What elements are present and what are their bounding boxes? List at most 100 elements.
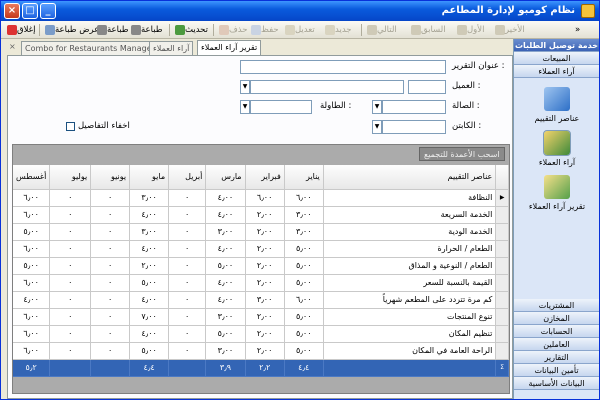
report-title-input[interactable] [240,60,446,74]
month-value-cell[interactable]: ٠ [168,325,207,343]
month-value-cell[interactable]: ٦٫٠٠ [284,291,324,309]
month-value-cell[interactable]: ٢٫٠٠ [245,223,285,241]
month-value-cell[interactable]: ٤٫٠٠ [129,206,170,224]
col-header-august[interactable]: أغسطس [13,165,51,190]
month-value-cell[interactable]: ٠ [168,257,207,275]
rating-item-cell[interactable]: كم مرة تتردد على المطعم شهرياً [323,291,497,309]
month-value-cell[interactable]: ٢٫٠٠ [245,342,285,360]
month-value-cell[interactable]: ٢٫٠٠ [129,257,170,275]
table-dropdown-arrow[interactable]: ▼ [240,100,250,114]
edit-button[interactable]: تعديل [283,23,315,37]
rating-item-cell[interactable]: الراحة العامة في المكان [323,342,497,360]
month-value-cell[interactable]: ٤٫٠٠ [129,240,170,258]
month-value-cell[interactable]: ٠ [168,206,207,224]
month-value-cell[interactable]: ٣٫٠٠ [205,342,246,360]
col-header-january[interactable]: يناير [284,165,324,190]
table-row[interactable]: ٦٫٠٠ ٠ ٠ ٤٫٠٠ ٠ ٥٫٠٠ ٢٫٠٠ ٥٫٠٠ تنظيم المكان [13,325,509,343]
col-header-february[interactable]: فبراير [245,165,285,190]
minimize-window-button[interactable]: _ [40,3,56,19]
customer-code-input[interactable] [408,80,446,94]
month-value-cell[interactable]: ٠ [90,223,131,241]
col-header-may[interactable]: مايو [129,165,170,190]
month-value-cell[interactable]: ٥٫٠٠ [129,274,170,292]
rating-item-cell[interactable]: الطعام / الحرارة [323,240,497,258]
last-record-button[interactable]: الأخير [493,23,525,37]
toolbar-overflow-button[interactable]: » [575,23,580,37]
sidebar-header-customer-opinions[interactable]: آراء العملاء [514,65,599,78]
month-value-cell[interactable]: ٥٫٠٠ [284,274,324,292]
month-value-cell[interactable]: ٠ [168,274,207,292]
sidebar-item-opinions-report[interactable]: تقرير آراء العملاء [524,175,590,211]
sidebar-item-customer-opinions[interactable]: آراء العملاء [524,130,590,167]
month-value-cell[interactable]: ٠ [49,308,92,326]
month-value-cell[interactable]: ٠ [49,325,92,343]
sidebar-header-sales[interactable]: المبيعات [514,52,599,65]
month-value-cell[interactable]: ٠ [90,189,131,207]
captain-dropdown-arrow[interactable]: ▼ [372,120,382,134]
month-value-cell[interactable]: ٠ [49,223,92,241]
table-row[interactable]: ٦٫٠٠ ٠ ٠ ٤٫٠٠ ٠ ٤٫٠٠ ٢٫٠٠ ٣٫٠٠ الخدمة السريعة [13,206,509,224]
month-value-cell[interactable]: ٧٫٠٠ [129,308,170,326]
month-value-cell[interactable]: ٤٫٤ [284,359,324,377]
hall-dropdown-arrow[interactable]: ▼ [372,100,382,114]
refresh-button[interactable]: تحديث [173,23,208,37]
previous-record-button[interactable]: السابق [409,23,446,37]
row-selector[interactable] [495,308,509,326]
table-row[interactable]: ٦٫٠٠ ٠ ٠ ٧٫٠٠ ٠ ٣٫٠٠ ٢٫٠٠ ٥٫٠٠ تنوع المنتجات [13,308,509,326]
sidebar-header-data-security[interactable]: تأمين البيانات [514,364,599,377]
rating-item-cell[interactable]: تنظيم المكان [323,325,497,343]
close-tab-icon[interactable]: × [9,42,19,52]
month-value-cell[interactable]: ٢٫٠٠ [245,240,285,258]
month-value-cell[interactable]: ٠ [49,257,92,275]
month-value-cell[interactable]: ٠ [90,291,131,309]
month-value-cell[interactable]: ٠ [90,257,131,275]
month-value-cell[interactable]: ٠ [90,342,131,360]
sidebar-header-basic-data[interactable]: البيانات الأساسية [514,377,599,390]
sidebar-header-reports[interactable]: التقارير [514,351,599,364]
month-value-cell[interactable]: ٦٫٠٠ [13,189,51,207]
month-value-cell[interactable]: ٤٫٠٠ [205,274,246,292]
month-value-cell[interactable]: ٥٫٠٠ [284,325,324,343]
month-value-cell[interactable]: ٥٫٠٠ [284,240,324,258]
month-value-cell[interactable]: ٢٫٠٠ [245,257,285,275]
hide-details-checkbox[interactable] [66,122,75,131]
first-record-button[interactable]: الأول [455,23,485,37]
month-value-cell[interactable] [168,359,207,377]
month-value-cell[interactable]: ٦٫٠٠ [13,274,51,292]
month-value-cell[interactable]: ٥٫٠٠ [205,325,246,343]
month-value-cell[interactable]: ٠ [168,189,207,207]
col-header-rating-items[interactable]: عناصر التقييم [323,165,497,190]
tab-opinions-report[interactable]: تقرير آراء العملاء [197,40,262,55]
sidebar-header-delivery[interactable]: خدمة توصيل الطلبات [514,39,599,52]
sidebar-header-employees[interactable]: العاملين [514,338,599,351]
month-value-cell[interactable]: ٥٫٠٠ [13,223,51,241]
month-value-cell[interactable]: ٣٫٠٠ [245,291,285,309]
rating-item-cell[interactable]: النظافة [323,189,497,207]
month-value-cell[interactable]: ٢٫٠٠ [245,308,285,326]
month-value-cell[interactable]: ٦٫٠٠ [13,240,51,258]
month-value-cell[interactable]: ٠ [168,240,207,258]
month-value-cell[interactable]: ٤٫٠٠ [205,291,246,309]
month-value-cell[interactable]: ٠ [90,274,131,292]
month-value-cell[interactable]: ٠ [168,308,207,326]
sidebar-item-survey-items[interactable]: عناصر التقييم [524,87,590,123]
close-toolbar-button[interactable]: إغلاق [5,23,35,37]
close-window-button[interactable]: × [4,3,20,19]
sidebar-header-stores[interactable]: المخازن [514,312,599,325]
table-row[interactable]: ٦٫٠٠ ٠ ٠ ٣٫٠٠ ٠ ٤٫٠٠ ٦٫٠٠ ٦٫٠٠ النظافة ▶ [13,189,509,207]
month-value-cell[interactable]: ٢٫٠٠ [245,274,285,292]
month-value-cell[interactable]: ٦٫٠٠ [13,325,51,343]
table-row[interactable]: ٦٫٠٠ ٠ ٠ ٥٫٠٠ ٠ ٣٫٠٠ ٢٫٠٠ ٥٫٠٠ الراحة العامة في … [13,342,509,360]
print-button-2[interactable]: طباعة [129,23,163,37]
month-value-cell[interactable]: ٤٫٠٠ [205,240,246,258]
hall-select[interactable] [382,100,446,114]
month-value-cell[interactable]: ٣٫٠٠ [205,308,246,326]
row-selector[interactable] [495,291,509,309]
month-value-cell[interactable]: ٠ [90,325,131,343]
rating-item-cell[interactable]: الخدمة الودية [323,223,497,241]
table-row[interactable]: ٥٫٠٠ ٠ ٠ ٢٫٠٠ ٠ ٥٫٠٠ ٢٫٠٠ ٥٫٠٠ الطعام / النوعية … [13,257,509,275]
save-button[interactable]: حفظ [249,23,279,37]
table-row[interactable]: ٤٫٠٠ ٠ ٠ ٤٫٠٠ ٠ ٤٫٠٠ ٣٫٠٠ ٦٫٠٠ كم مرة تتردد على … [13,291,509,309]
delete-button[interactable]: حذف [217,23,248,37]
month-value-cell[interactable]: ٠ [49,189,92,207]
